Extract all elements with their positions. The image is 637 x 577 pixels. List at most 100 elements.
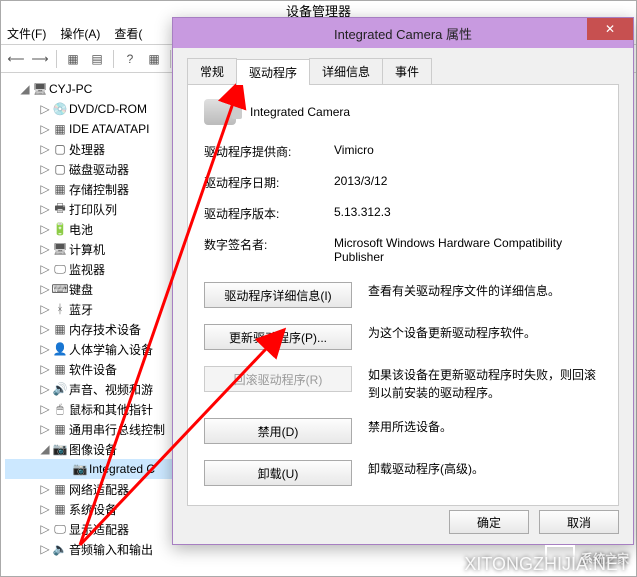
tree-label: Integrated C xyxy=(89,462,155,476)
device-name: Integrated Camera xyxy=(250,105,350,119)
watermark-url: XITONGZHIJIA.NET xyxy=(464,554,629,575)
tree-label: 鼠标和其他指针 xyxy=(69,401,153,418)
toolbar-icon[interactable]: ? xyxy=(119,48,141,70)
expand-icon[interactable]: ▷ xyxy=(39,342,51,356)
device-category-icon: ▢ xyxy=(51,162,69,176)
expand-icon[interactable]: ▷ xyxy=(39,262,51,276)
driver-details-desc: 查看有关驱动程序文件的详细信息。 xyxy=(368,282,602,300)
expand-icon[interactable]: ▷ xyxy=(39,242,51,256)
toolbar-icon[interactable]: ▦ xyxy=(143,48,165,70)
expand-icon[interactable]: ▷ xyxy=(39,282,51,296)
device-category-icon: 🖱 xyxy=(51,402,69,417)
device-category-icon: 🔊 xyxy=(51,382,69,396)
toolbar-icon[interactable]: ▦ xyxy=(62,48,84,70)
expand-icon[interactable]: ▷ xyxy=(39,122,51,136)
expand-icon[interactable]: ▷ xyxy=(39,202,51,216)
expand-icon[interactable]: ▷ xyxy=(39,322,51,336)
date-value: 2013/3/12 xyxy=(334,174,602,191)
dialog-buttons: 确定 取消 xyxy=(449,510,619,534)
expand-icon[interactable]: ▷ xyxy=(39,542,51,556)
toolbar-icon[interactable]: ▤ xyxy=(86,48,108,70)
tree-label: 键盘 xyxy=(69,281,93,298)
toolbar-separator xyxy=(170,50,171,68)
collapse-icon[interactable]: ◢ xyxy=(39,442,51,456)
provider-label: 驱动程序提供商: xyxy=(204,143,334,160)
tree-label: 电池 xyxy=(69,221,93,238)
tree-label: 人体学输入设备 xyxy=(69,341,153,358)
expand-icon[interactable]: ▷ xyxy=(39,222,51,236)
tree-label: IDE ATA/ATAPI xyxy=(69,122,149,136)
disable-desc: 禁用所选设备。 xyxy=(368,418,602,436)
device-category-icon: 📷 xyxy=(51,442,69,456)
tab-body: Integrated Camera 驱动程序提供商: Vimicro 驱动程序日… xyxy=(187,84,619,506)
tree-label: 打印队列 xyxy=(69,201,117,218)
device-category-icon: ᚼ xyxy=(51,302,69,316)
tree-label: 计算机 xyxy=(69,241,105,258)
expand-icon[interactable]: ▷ xyxy=(39,522,51,536)
expand-icon[interactable]: ◢ xyxy=(19,82,31,96)
menu-view[interactable]: 查看( xyxy=(114,25,142,42)
expand-icon[interactable]: ▷ xyxy=(39,302,51,316)
device-category-icon: ▦ xyxy=(51,422,69,436)
camera-icon xyxy=(204,99,236,125)
uninstall-button[interactable]: 卸载(U) xyxy=(204,460,352,486)
rollback-driver-desc: 如果该设备在更新驱动程序时失败，则回滚到以前安装的驱动程序。 xyxy=(368,366,602,402)
tree-label: CYJ-PC xyxy=(49,82,92,96)
expand-icon[interactable]: ▷ xyxy=(39,482,51,496)
expand-icon[interactable]: ▷ xyxy=(39,162,51,176)
device-category-icon: 🔋 xyxy=(51,222,69,236)
menu-action[interactable]: 操作(A) xyxy=(60,25,100,42)
action-row-details: 驱动程序详细信息(I) 查看有关驱动程序文件的详细信息。 xyxy=(204,282,602,308)
device-category-icon: 🔈 xyxy=(51,542,69,556)
nav-fwd-icon[interactable]: ⟶ xyxy=(29,48,51,70)
expand-icon[interactable]: ▷ xyxy=(39,422,51,436)
expand-icon[interactable]: ▷ xyxy=(39,502,51,516)
driver-details-button[interactable]: 驱动程序详细信息(I) xyxy=(204,282,352,308)
expand-icon[interactable]: ▷ xyxy=(39,362,51,376)
version-label: 驱动程序版本: xyxy=(204,205,334,222)
tab-general[interactable]: 常规 xyxy=(187,58,237,84)
tab-details[interactable]: 详细信息 xyxy=(309,58,383,84)
driver-info-grid: 驱动程序提供商: Vimicro 驱动程序日期: 2013/3/12 驱动程序版… xyxy=(204,143,602,264)
expand-icon[interactable]: ▷ xyxy=(39,102,51,116)
device-category-icon: ▢ xyxy=(51,142,69,156)
tree-label: 蓝牙 xyxy=(69,301,93,318)
expand-icon[interactable]: ▷ xyxy=(39,142,51,156)
tab-driver[interactable]: 驱动程序 xyxy=(236,59,310,85)
device-category-icon: ▦ xyxy=(51,362,69,376)
tree-label: 图像设备 xyxy=(69,441,117,458)
provider-value: Vimicro xyxy=(334,143,602,160)
dialog-title: Integrated Camera 属性 xyxy=(173,24,633,43)
update-driver-desc: 为这个设备更新驱动程序软件。 xyxy=(368,324,602,342)
titlebar[interactable]: Integrated Camera 属性 ✕ xyxy=(173,18,633,48)
tree-label: 内存技术设备 xyxy=(69,321,141,338)
tab-events[interactable]: 事件 xyxy=(382,58,432,84)
cancel-button[interactable]: 取消 xyxy=(539,510,619,534)
ok-button[interactable]: 确定 xyxy=(449,510,529,534)
tree-label: 网络适配器 xyxy=(69,481,129,498)
date-label: 驱动程序日期: xyxy=(204,174,334,191)
signer-value: Microsoft Windows Hardware Compatibility… xyxy=(334,236,602,264)
toolbar-separator xyxy=(113,50,114,68)
toolbar-separator xyxy=(56,50,57,68)
tree-label: 通用串行总线控制 xyxy=(69,421,165,438)
close-button[interactable]: ✕ xyxy=(587,18,633,40)
device-category-icon: 💿 xyxy=(51,102,69,116)
uninstall-desc: 卸载驱动程序(高级)。 xyxy=(368,460,602,478)
nav-back-icon[interactable]: ⟵ xyxy=(5,48,27,70)
device-header: Integrated Camera xyxy=(204,99,602,125)
expand-icon[interactable]: ▷ xyxy=(39,402,51,416)
signer-label: 数字签名者: xyxy=(204,236,334,264)
tree-label: DVD/CD-ROM xyxy=(69,102,147,116)
expand-icon[interactable]: ▷ xyxy=(39,182,51,196)
tree-label: 软件设备 xyxy=(69,361,117,378)
device-category-icon: ⌨ xyxy=(51,282,69,296)
tree-label: 监视器 xyxy=(69,261,105,278)
device-category-icon: ▦ xyxy=(51,502,69,516)
tree-label: 显示适配器 xyxy=(69,521,129,538)
expand-icon[interactable]: ▷ xyxy=(39,382,51,396)
menu-file[interactable]: 文件(F) xyxy=(7,25,46,42)
device-category-icon: 👤 xyxy=(51,342,69,356)
disable-button[interactable]: 禁用(D) xyxy=(204,418,352,444)
update-driver-button[interactable]: 更新驱动程序(P)... xyxy=(204,324,352,350)
